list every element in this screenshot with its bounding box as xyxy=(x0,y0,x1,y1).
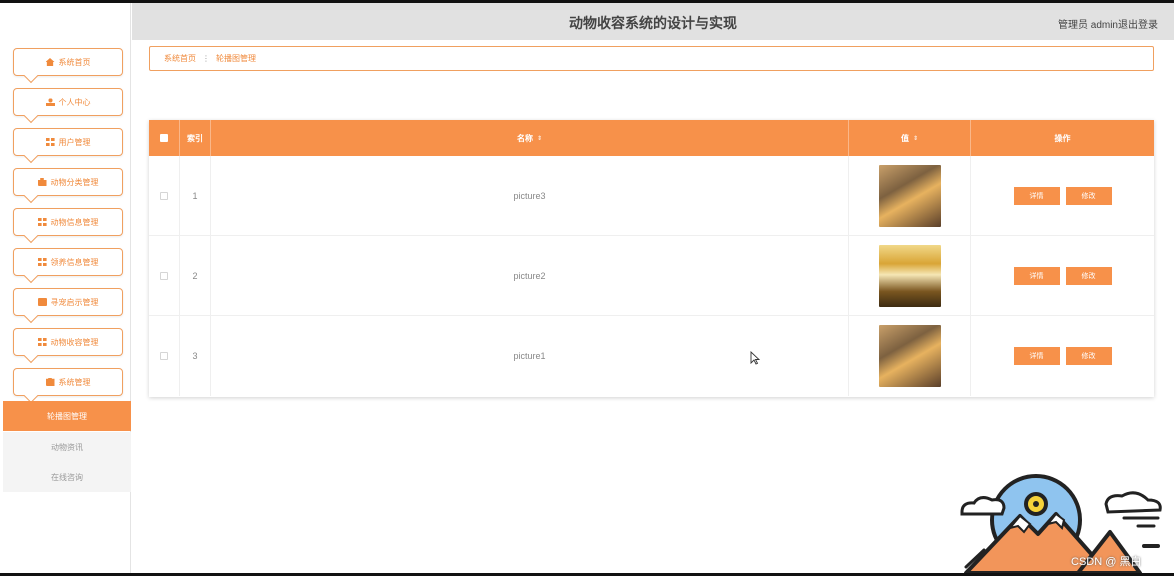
select-all-cell xyxy=(149,120,180,156)
row-actions: 详情 修改 xyxy=(971,156,1154,236)
mountain-mascot-illustration xyxy=(960,474,1162,573)
watermark-text: CSDN @ 黑白 xyxy=(1071,556,1142,568)
sidebar-item-label: 领养信息管理 xyxy=(50,257,99,267)
sidebar-item-adoption[interactable]: 领养信息管理 xyxy=(13,248,123,276)
edit-button[interactable]: 修改 xyxy=(1065,187,1112,205)
briefcase-icon xyxy=(37,178,47,186)
row-index: 3 xyxy=(180,316,211,396)
sidebar-item-lost-pet[interactable]: 寻宠启示管理 xyxy=(13,288,123,316)
sidebar-subitem-carousel[interactable]: 轮播图管理 xyxy=(3,401,131,431)
column-header-index: 索引 xyxy=(180,120,211,156)
row-checkbox-cell xyxy=(149,236,180,316)
breadcrumb: 系统首页 ⋮ 轮播图管理 xyxy=(149,46,1154,71)
logout-link[interactable]: 退出登录 xyxy=(1118,16,1158,31)
top-header: 动物收容系统的设计与实现 管理员 admin 退出登录 xyxy=(132,3,1174,40)
misty-landscape-thumbnail xyxy=(878,325,941,387)
row-value-cell xyxy=(849,316,971,396)
sidebar-item-users[interactable]: 用户管理 xyxy=(13,128,123,156)
golden-city-thumbnail xyxy=(878,245,941,307)
sidebar-item-label: 系统首页 xyxy=(58,57,91,67)
sidebar-item-animal-info[interactable]: 动物信息管理 xyxy=(13,208,123,236)
row-index: 1 xyxy=(180,156,211,236)
grid-icon xyxy=(37,338,47,346)
clipboard-icon xyxy=(45,378,55,386)
sort-icon[interactable]: ⇕ xyxy=(913,135,918,142)
table-row: 1 picture3 详情 修改 xyxy=(149,156,1154,236)
row-checkbox[interactable] xyxy=(160,192,168,200)
calendar-icon xyxy=(37,298,47,306)
row-checkbox[interactable] xyxy=(160,272,168,280)
detail-button[interactable]: 详情 xyxy=(1013,187,1060,205)
row-checkbox[interactable] xyxy=(160,352,168,360)
row-name: picture2 xyxy=(211,236,849,316)
column-header-label: 名称 xyxy=(516,133,533,143)
sidebar-subitem-consult[interactable]: 在线咨询 xyxy=(3,462,131,492)
row-index: 2 xyxy=(180,236,211,316)
sort-icon[interactable]: ⇕ xyxy=(537,135,542,142)
column-header-label: 操作 xyxy=(1054,133,1071,143)
table-row: 2 picture2 详情 修改 xyxy=(149,236,1154,316)
sidebar-item-label: 动物收容管理 xyxy=(50,337,99,347)
table-row: 3 picture1 详情 修改 xyxy=(149,316,1154,396)
user-icon xyxy=(45,98,55,106)
breadcrumb-home[interactable]: 系统首页 xyxy=(164,53,196,64)
sidebar-item-shelter[interactable]: 动物收容管理 xyxy=(13,328,123,356)
sidebar-item-system[interactable]: 系统管理 xyxy=(13,368,123,396)
current-user: 管理员 admin xyxy=(1057,20,1118,31)
breadcrumb-separator: ⋮ xyxy=(202,54,210,63)
sidebar-item-label: 个人中心 xyxy=(58,97,91,107)
grid-icon xyxy=(37,218,47,226)
mouse-cursor-icon xyxy=(750,351,760,365)
column-header-label: 索引 xyxy=(187,133,203,143)
page-title: 动物收容系统的设计与实现 xyxy=(569,15,737,31)
sidebar-subitem-label: 动物资讯 xyxy=(51,442,83,452)
detail-button[interactable]: 详情 xyxy=(1013,347,1060,365)
grid-icon xyxy=(45,138,55,146)
row-checkbox-cell xyxy=(149,316,180,396)
table-header: 索引 名称 ⇕ 值 ⇕ 操作 xyxy=(149,120,1154,156)
sidebar-subitem-news[interactable]: 动物资讯 xyxy=(3,432,131,462)
row-actions: 详情 修改 xyxy=(971,236,1154,316)
home-icon xyxy=(45,58,55,66)
grid-icon xyxy=(37,258,47,266)
sidebar-item-label: 用户管理 xyxy=(58,137,91,147)
sidebar-subitem-label: 在线咨询 xyxy=(51,472,83,482)
sidebar-subitem-label: 轮播图管理 xyxy=(47,411,87,421)
select-all-checkbox[interactable] xyxy=(160,134,168,142)
edit-button[interactable]: 修改 xyxy=(1065,267,1112,285)
column-header-name[interactable]: 名称 ⇕ xyxy=(211,120,849,156)
sidebar-item-label: 动物分类管理 xyxy=(50,177,99,187)
row-value-cell xyxy=(849,156,971,236)
column-header-actions: 操作 xyxy=(971,120,1154,156)
column-header-value[interactable]: 值 ⇕ xyxy=(849,120,971,156)
sidebar-item-home[interactable]: 系统首页 xyxy=(13,48,123,76)
sidebar-item-profile[interactable]: 个人中心 xyxy=(13,88,123,116)
sidebar-item-label: 动物信息管理 xyxy=(50,217,99,227)
edit-button[interactable]: 修改 xyxy=(1065,347,1112,365)
row-checkbox-cell xyxy=(149,156,180,236)
sidebar: 系统首页 个人中心 用户管理 动物分类管理 动物信息管理 领养信息管理 寻宠启示… xyxy=(3,3,131,573)
sidebar-item-animal-category[interactable]: 动物分类管理 xyxy=(13,168,123,196)
row-name: picture3 xyxy=(211,156,849,236)
sidebar-item-label: 寻宠启示管理 xyxy=(50,297,99,307)
sidebar-item-label: 系统管理 xyxy=(58,377,91,387)
breadcrumb-current: 轮播图管理 xyxy=(216,54,256,63)
column-header-label: 值 xyxy=(900,133,909,143)
misty-landscape-thumbnail xyxy=(878,165,941,227)
carousel-table: 索引 名称 ⇕ 值 ⇕ 操作 1 picture3 详情 修改 2 pictur… xyxy=(149,120,1154,397)
row-actions: 详情 修改 xyxy=(971,316,1154,396)
row-value-cell xyxy=(849,236,971,316)
detail-button[interactable]: 详情 xyxy=(1013,267,1060,285)
